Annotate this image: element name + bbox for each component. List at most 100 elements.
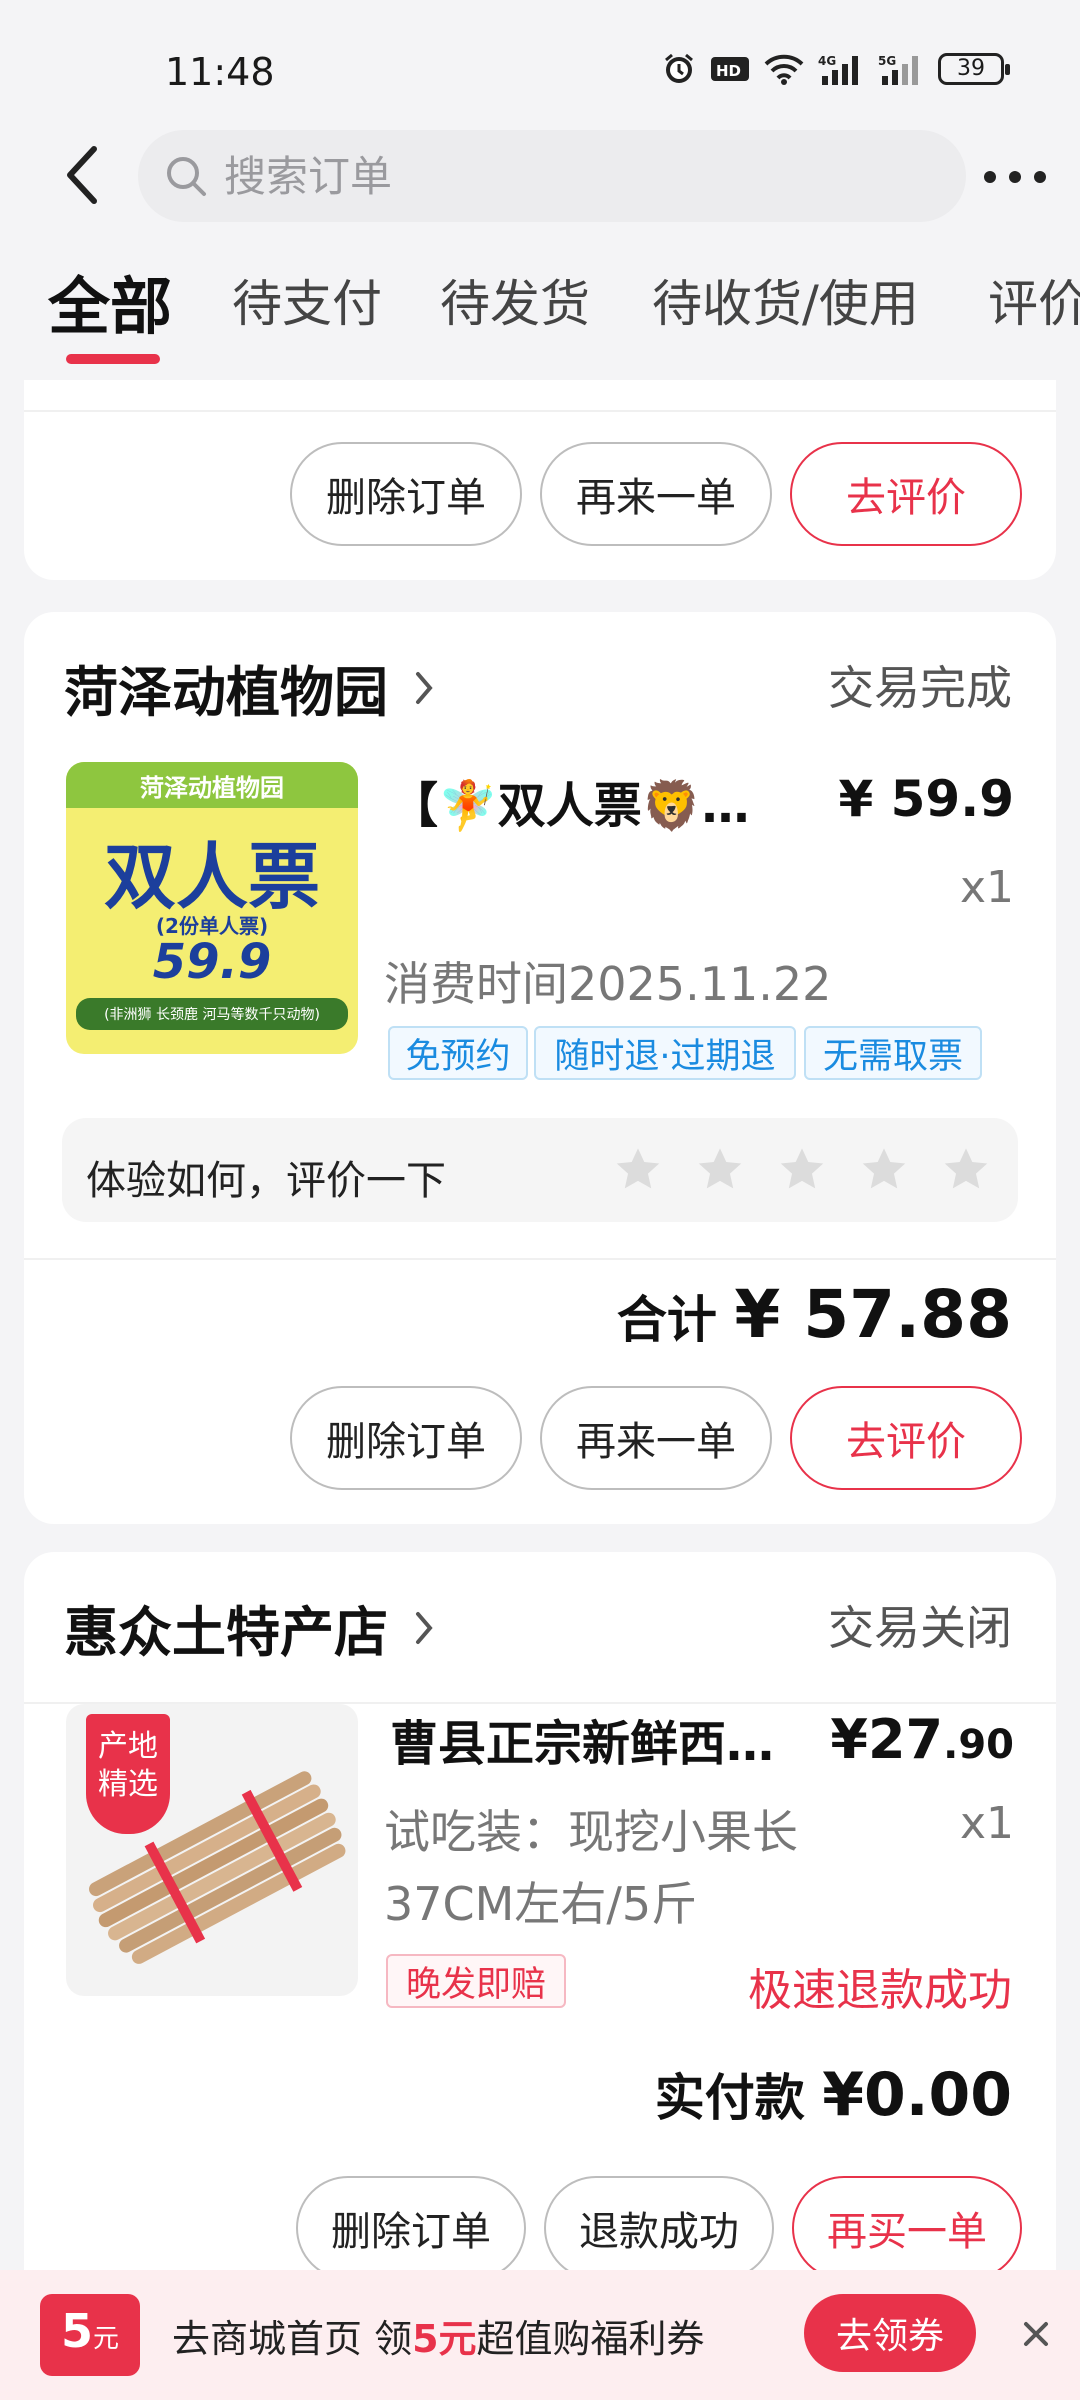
search-input[interactable] (224, 151, 904, 201)
dot-icon (1034, 171, 1046, 183)
product-title[interactable]: 曹县正宗新鲜西… (390, 1704, 774, 1774)
divider (24, 410, 1056, 412)
status-icons: HD 4G 5G 39 (662, 52, 1010, 86)
product-title[interactable]: 【🧚双人票🦁… (390, 766, 750, 836)
paid-label: 实付款 (654, 2069, 805, 2127)
total-value: ¥ 57.88 (734, 1276, 1012, 1353)
shop-name: 菏泽动植物园 (64, 661, 388, 724)
yam-bundle-image (89, 1771, 346, 1964)
delete-order-button[interactable]: 删除订单 (290, 442, 522, 546)
paid-value: ¥0.00 (822, 2060, 1012, 2130)
star-icon[interactable] (694, 1144, 746, 1196)
reorder-button[interactable]: 再来一单 (540, 442, 772, 546)
tab-pending-payment[interactable]: 待支付 (232, 264, 382, 336)
coupon-text: 去商城首页 领5元超值购福利券 (172, 2308, 705, 2363)
thumb-title: 双人票 (103, 835, 320, 919)
order-status: 交易完成 (828, 661, 1012, 715)
refund-status: 极速退款成功 (748, 1965, 1012, 2016)
tag-refund-anytime: 随时退·过期退 (534, 1026, 796, 1080)
star-rating[interactable] (612, 1144, 992, 1196)
order-status: 交易关闭 (828, 1601, 1012, 1655)
chevron-right-icon (416, 1611, 433, 1644)
coupon-amount: 5 (60, 2304, 93, 2358)
delete-order-button[interactable]: 删除订单 (290, 1386, 522, 1490)
order-total: 合计 ¥ 57.88 (617, 1276, 1012, 1353)
dot-icon (1009, 171, 1021, 183)
review-button[interactable]: 去评价 (790, 442, 1022, 546)
review-button[interactable]: 去评价 (790, 1386, 1022, 1490)
svg-text:5G: 5G (878, 54, 896, 68)
signal-5g-icon: 5G (878, 52, 924, 86)
order-tabs: 全部 待支付 待发货 待收货/使用 评价 (0, 250, 1080, 380)
search-icon (167, 157, 206, 196)
alarm-icon (662, 52, 696, 86)
active-tab-indicator (66, 354, 160, 364)
product-image[interactable]: 菏泽动植物园 双人票 (2份单人票) 59.9 (非洲狮 长颈鹿 河马等数千只动… (66, 762, 358, 1054)
reorder-button[interactable]: 再来一单 (540, 1386, 772, 1490)
thumb-footer: (非洲狮 长颈鹿 河马等数千只动物) (76, 998, 348, 1030)
status-time: 11:48 (165, 50, 275, 94)
more-options-button[interactable] (984, 152, 1046, 202)
coupon-unit: 元 (93, 2324, 120, 2354)
order-card[interactable]: 惠众土特产店 交易关闭 产地精选 曹县正宗新鲜西… ¥27.90 试吃装：现挖小… (24, 1552, 1056, 2270)
signal-4g-icon: 4G (818, 52, 864, 86)
product-price: ¥ 59.9 (838, 770, 1014, 828)
consume-time: 消费时间2025.11.22 (384, 957, 832, 1011)
coupon-text-prefix: 去商城首页 领 (172, 2317, 413, 2361)
shop-link[interactable]: 惠众土特产店 (64, 1588, 434, 1667)
tab-pending-shipment[interactable]: 待发货 (440, 264, 590, 336)
shop-name: 惠众土特产店 (64, 1601, 388, 1664)
coupon-text-suffix: 超值购福利券 (476, 2317, 705, 2361)
refund-success-button[interactable]: 退款成功 (544, 2176, 774, 2270)
product-spec-line2: 37CM左右/5斤 (384, 1877, 698, 1931)
close-icon (1024, 2322, 1048, 2346)
coupon-badge: 5元 (40, 2294, 140, 2376)
star-icon[interactable] (940, 1144, 992, 1196)
back-button[interactable] (52, 142, 112, 208)
coupon-banner: 5元 去商城首页 领5元超值购福利券 去领券 (0, 2270, 1080, 2400)
claim-coupon-button[interactable]: 去领券 (804, 2294, 976, 2372)
wifi-icon (764, 52, 804, 86)
tag-no-reservation: 免预约 (388, 1026, 528, 1080)
shop-link[interactable]: 菏泽动植物园 (64, 648, 434, 727)
svg-text:HD: HD (716, 62, 741, 80)
review-prompt-text: 体验如何，评价一下 (86, 1158, 446, 1204)
product-spec-line1: 试吃装：现挖小果长 (384, 1805, 798, 1859)
divider (24, 1258, 1056, 1260)
tag-no-ticket-pickup: 无需取票 (804, 1026, 982, 1080)
battery-indicator: 39 (938, 53, 1010, 85)
star-icon[interactable] (776, 1144, 828, 1196)
price-main: ¥27 (830, 1708, 944, 1771)
star-icon[interactable] (612, 1144, 664, 1196)
tab-review[interactable]: 评价 (988, 264, 1080, 336)
product-image[interactable]: 产地精选 (66, 1704, 358, 1996)
chevron-left-icon (67, 146, 97, 204)
tab-all[interactable]: 全部 (48, 256, 172, 346)
order-card-previous: 删除订单 再来一单 去评价 (24, 380, 1056, 580)
product-price: ¥27.90 (830, 1708, 1014, 1771)
chevron-right-icon (416, 671, 433, 704)
product-quantity: x1 (959, 862, 1014, 913)
tab-pending-receipt[interactable]: 待收货/使用 (652, 264, 919, 336)
tag-late-delivery-compensation: 晚发即赔 (386, 1954, 566, 2008)
svg-text:4G: 4G (818, 54, 836, 68)
close-banner-button[interactable] (1014, 2312, 1058, 2356)
total-label: 合计 (616, 1291, 717, 1349)
review-prompt-bar: 体验如何，评价一下 (62, 1118, 1018, 1222)
thumb-price: 59.9 (152, 934, 272, 990)
thumb-header: 菏泽动植物园 (66, 762, 358, 808)
delete-order-button[interactable]: 删除订单 (296, 2176, 526, 2270)
star-icon[interactable] (858, 1144, 910, 1196)
coupon-text-highlight: 5元 (412, 2317, 477, 2361)
status-bar: 11:48 HD 4G 5G 39 (0, 0, 1080, 120)
order-actions: 删除订单 再来一单 去评价 (290, 442, 1022, 546)
header (0, 128, 1080, 224)
price-decimal: .90 (943, 1722, 1014, 1768)
order-actions: 删除订单 再来一单 去评价 (290, 1386, 1022, 1490)
rebuy-button[interactable]: 再买一单 (792, 2176, 1022, 2270)
order-card[interactable]: 菏泽动植物园 交易完成 菏泽动植物园 双人票 (2份单人票) 59.9 (非洲狮… (24, 612, 1056, 1524)
search-bar[interactable] (138, 130, 966, 222)
amount-paid: 实付款 ¥0.00 (655, 2058, 1012, 2130)
order-actions: 删除订单 退款成功 再买一单 (296, 2176, 1022, 2270)
product-quantity: x1 (959, 1798, 1014, 1849)
